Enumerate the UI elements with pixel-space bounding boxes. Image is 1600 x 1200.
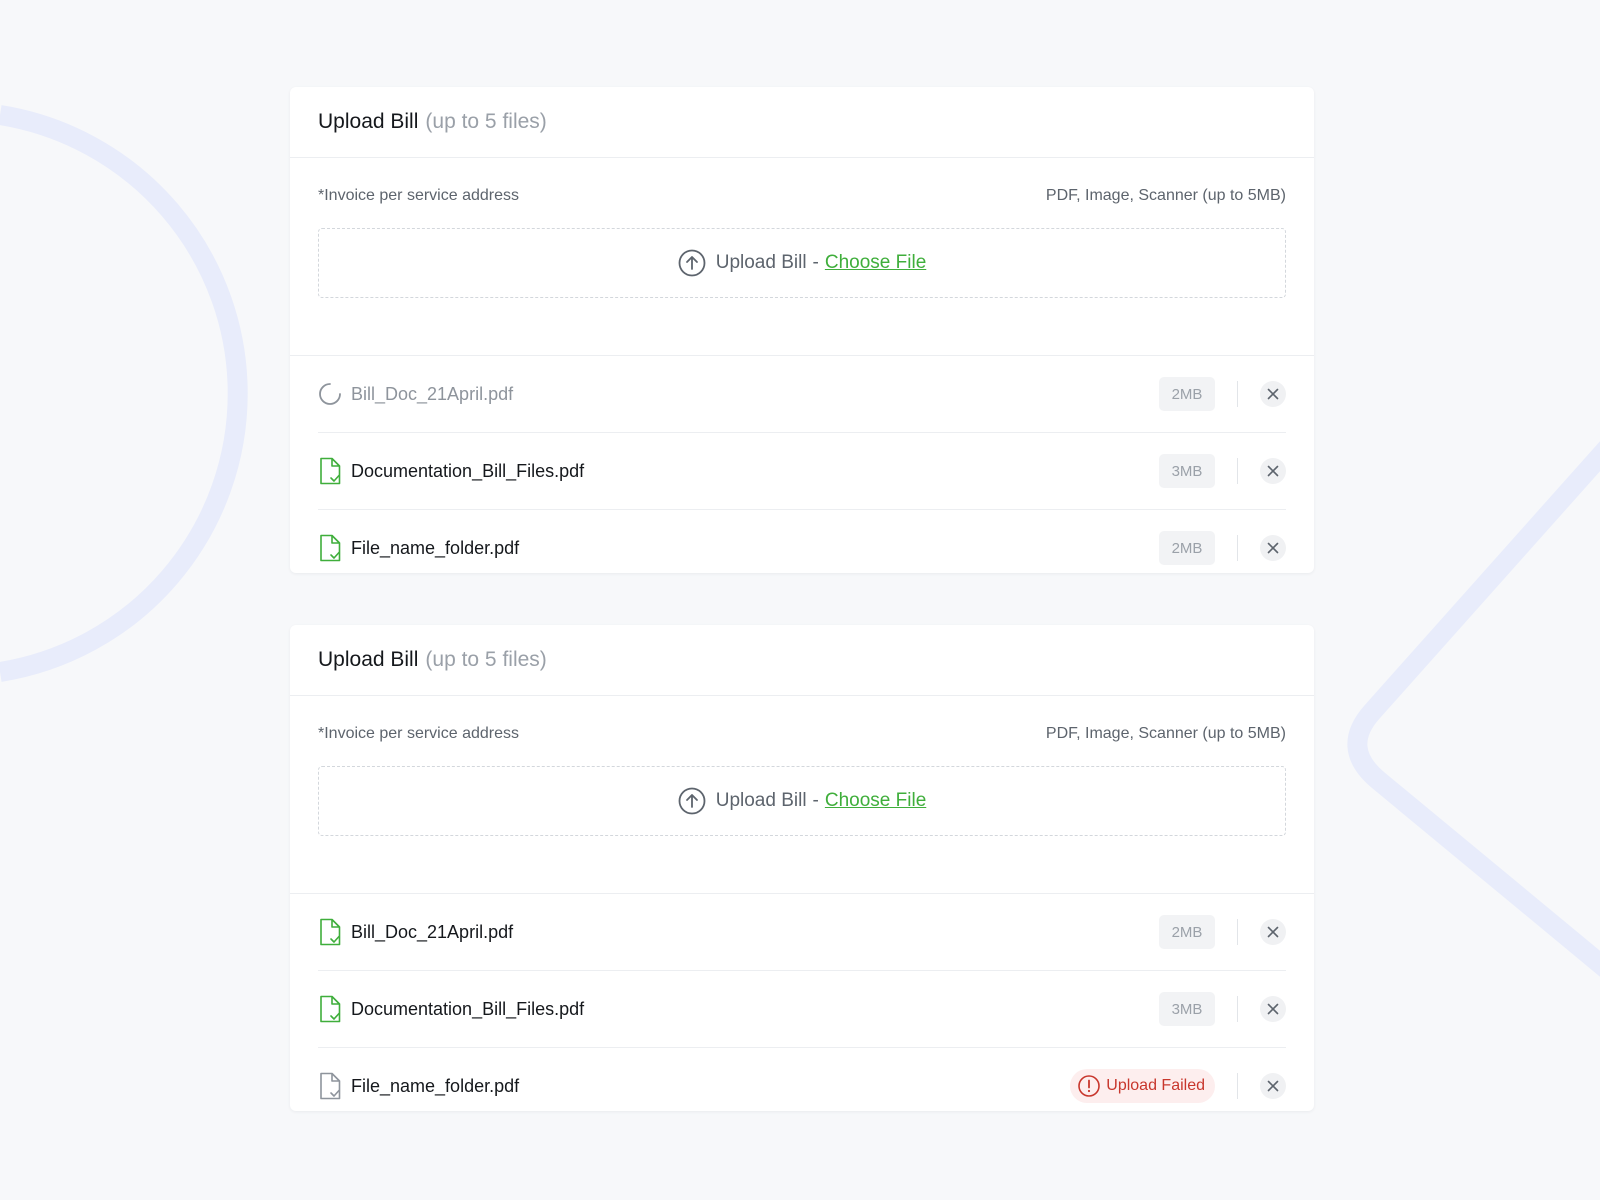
file-name: Documentation_Bill_Files.pdf: [351, 460, 585, 481]
card-title: Upload Bill: [318, 110, 419, 133]
upload-section: *Invoice per service address PDF, Image,…: [290, 724, 1314, 894]
upload-failed-badge: Upload Failed: [1070, 1069, 1215, 1103]
row-divider: [1237, 919, 1238, 945]
row-divider: [1237, 1073, 1238, 1099]
remove-file-button[interactable]: [1260, 458, 1286, 484]
file-row: Bill_Doc_21April.pdf 2MB: [318, 894, 1286, 971]
file-name: File_name_folder.pdf: [351, 1075, 520, 1096]
file-check-gray-icon: [318, 1072, 342, 1100]
remove-file-button[interactable]: [1260, 381, 1286, 407]
file-check-icon: [318, 918, 342, 946]
remove-file-button[interactable]: [1260, 535, 1286, 561]
close-icon: [1267, 465, 1279, 477]
close-icon: [1267, 1003, 1279, 1015]
file-row: Documentation_Bill_Files.pdf 3MB: [318, 433, 1286, 510]
file-size-badge: 3MB: [1159, 454, 1215, 488]
row-divider: [1237, 381, 1238, 407]
row-divider: [1237, 458, 1238, 484]
file-check-icon: [318, 995, 342, 1023]
row-divider: [1237, 996, 1238, 1022]
upload-section: *Invoice per service address PDF, Image,…: [290, 186, 1314, 356]
file-list: Bill_Doc_21April.pdf 2MB Documentation_B…: [290, 356, 1314, 586]
invoice-note: *Invoice per service address: [318, 725, 519, 742]
dropzone-label: Upload Bill: [715, 790, 807, 811]
file-size-badge: 2MB: [1159, 531, 1215, 565]
close-icon: [1267, 388, 1279, 400]
remove-file-button[interactable]: [1260, 1073, 1286, 1099]
card-subtitle: (up to 5 files): [425, 648, 547, 671]
upload-dropzone[interactable]: Upload Bill - Choose File: [318, 228, 1286, 298]
dropzone-separator: -: [812, 252, 819, 273]
file-name: Bill_Doc_21April.pdf: [351, 383, 514, 404]
file-name: Bill_Doc_21April.pdf: [351, 921, 514, 942]
file-size-badge: 2MB: [1159, 377, 1215, 411]
upload-arrow-icon: [678, 249, 706, 277]
card-title: Upload Bill: [318, 648, 419, 671]
meta-row: *Invoice per service address PDF, Image,…: [318, 186, 1286, 206]
file-size-badge: 2MB: [1159, 915, 1215, 949]
file-list: Bill_Doc_21April.pdf 2MB Documentation_B…: [290, 894, 1314, 1124]
file-size-badge: 3MB: [1159, 992, 1215, 1026]
card-header: Upload Bill (up to 5 files): [290, 625, 1314, 696]
remove-file-button[interactable]: [1260, 996, 1286, 1022]
spinner-icon: [318, 380, 342, 408]
choose-file-link[interactable]: Choose File: [825, 790, 926, 812]
card-header: Upload Bill (up to 5 files): [290, 87, 1314, 158]
close-icon: [1267, 1080, 1279, 1092]
choose-file-link[interactable]: Choose File: [825, 252, 926, 274]
remove-file-button[interactable]: [1260, 919, 1286, 945]
file-name: Documentation_Bill_Files.pdf: [351, 998, 585, 1019]
upload-bill-card: Upload Bill (up to 5 files) *Invoice per…: [290, 625, 1314, 1111]
upload-failed-text: Upload Failed: [1106, 1077, 1205, 1094]
upload-bill-card: Upload Bill (up to 5 files) *Invoice per…: [290, 87, 1314, 573]
alert-circle-icon: [1077, 1074, 1101, 1098]
dropzone-separator: -: [812, 790, 819, 811]
upload-dropzone[interactable]: Upload Bill - Choose File: [318, 766, 1286, 836]
row-divider: [1237, 535, 1238, 561]
meta-row: *Invoice per service address PDF, Image,…: [318, 724, 1286, 744]
close-icon: [1267, 542, 1279, 554]
invoice-note: *Invoice per service address: [318, 187, 519, 204]
file-row: Documentation_Bill_Files.pdf 3MB: [318, 971, 1286, 1048]
accepted-formats: PDF, Image, Scanner (up to 5MB): [1045, 725, 1286, 742]
accepted-formats: PDF, Image, Scanner (up to 5MB): [1045, 187, 1286, 204]
dropzone-label: Upload Bill: [715, 252, 807, 273]
upload-arrow-icon: [678, 787, 706, 815]
file-name: File_name_folder.pdf: [351, 537, 520, 558]
close-icon: [1267, 926, 1279, 938]
card-subtitle: (up to 5 files): [425, 110, 547, 133]
file-check-icon: [318, 534, 342, 562]
file-row: File_name_folder.pdf 2MB: [318, 510, 1286, 586]
file-row: File_name_folder.pdf Upload Failed: [318, 1048, 1286, 1124]
file-check-icon: [318, 457, 342, 485]
file-row: Bill_Doc_21April.pdf 2MB: [318, 356, 1286, 433]
